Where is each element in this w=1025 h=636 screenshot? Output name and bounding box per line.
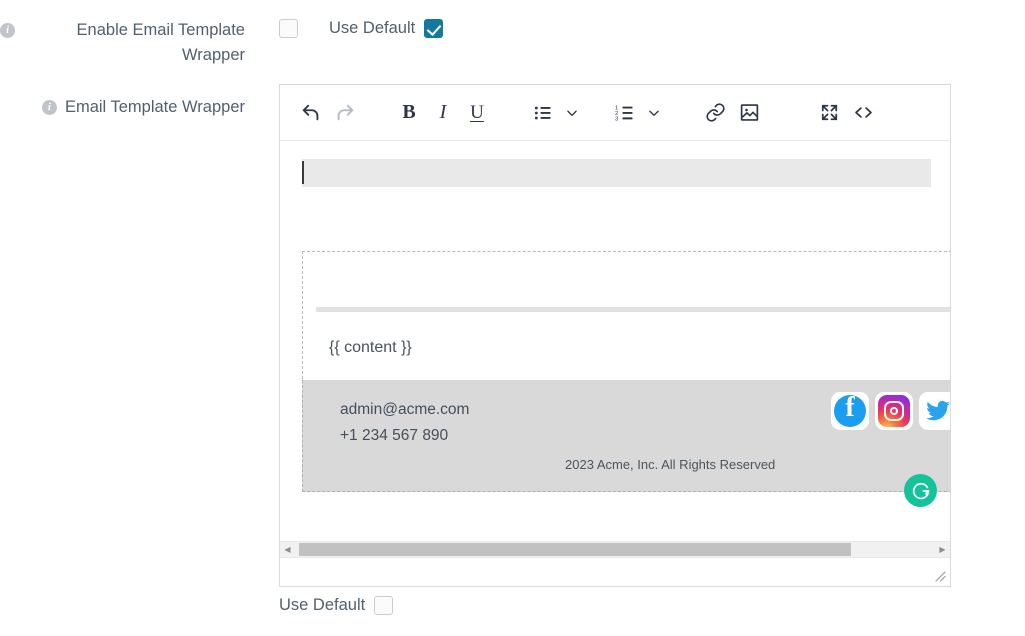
form-row-enable-email-template-wrapper: i Enable Email Template Wrapper bbox=[0, 18, 265, 68]
bullet-list-icon[interactable] bbox=[526, 96, 560, 130]
field-label-email-template-wrapper: i Email Template Wrapper bbox=[0, 95, 265, 120]
chevron-down-icon[interactable] bbox=[642, 96, 666, 130]
horizontal-scrollbar[interactable]: ◀ ▶ bbox=[280, 541, 950, 558]
field-label-text: Enable Email Template Wrapper bbox=[76, 21, 245, 64]
content-placeholder-token[interactable]: {{ content }} bbox=[329, 339, 412, 357]
info-icon[interactable]: i bbox=[0, 23, 15, 38]
chevron-down-icon[interactable] bbox=[560, 96, 584, 130]
email-footer-region[interactable]: admin@acme.com +1 234 567 890 2023 Acme,… bbox=[302, 380, 950, 492]
instagram-icon[interactable] bbox=[875, 392, 913, 430]
image-icon[interactable] bbox=[732, 96, 766, 130]
twitter-icon[interactable] bbox=[919, 392, 950, 430]
bold-icon[interactable]: B bbox=[392, 96, 426, 130]
horizontal-rule bbox=[316, 307, 950, 312]
wysiwyg-editor[interactable]: B I U 1 2 3 {{content}} admin@acme.com… bbox=[279, 84, 951, 587]
use-default-label-top: Use Default bbox=[329, 19, 416, 37]
use-default-checkbox-bottom[interactable] bbox=[374, 596, 394, 615]
redo-icon[interactable] bbox=[328, 96, 362, 130]
italic-icon[interactable]: I bbox=[426, 96, 460, 130]
scroll-right-arrow-icon[interactable]: ▶ bbox=[935, 541, 950, 558]
editor-toolbar: B I U 1 2 3 bbox=[280, 85, 950, 141]
email-template-wrapper-settings: i Enable Email Template Wrapper Use Defa… bbox=[0, 0, 1025, 636]
footer-phone[interactable]: +1 234 567 890 bbox=[340, 427, 448, 445]
scrollbar-thumb[interactable] bbox=[299, 543, 851, 556]
svg-text:3: 3 bbox=[615, 116, 618, 122]
use-default-checkbox-top[interactable] bbox=[424, 19, 444, 38]
email-header-band[interactable] bbox=[302, 159, 931, 187]
form-row-email-template-wrapper: i Email Template Wrapper bbox=[0, 95, 265, 120]
code-view-icon[interactable] bbox=[846, 96, 880, 130]
fullscreen-icon[interactable] bbox=[812, 96, 846, 130]
use-default-row-bottom: Use Default bbox=[279, 596, 394, 615]
undo-icon[interactable] bbox=[294, 96, 328, 130]
link-icon[interactable] bbox=[698, 96, 732, 130]
field-label-text: Email Template Wrapper bbox=[64, 98, 245, 116]
info-icon[interactable]: i bbox=[41, 100, 57, 115]
underline-icon[interactable]: U bbox=[460, 96, 494, 130]
scroll-left-arrow-icon[interactable]: ◀ bbox=[280, 541, 295, 558]
enable-wrapper-controls: Use Default bbox=[279, 19, 444, 38]
field-label-enable-email-template-wrapper: i Enable Email Template Wrapper bbox=[0, 18, 265, 68]
scrollbar-track[interactable] bbox=[295, 541, 935, 558]
resize-handle[interactable] bbox=[932, 568, 946, 582]
use-default-label-bottom: Use Default bbox=[279, 596, 366, 614]
footer-copyright: 2023 Acme, Inc. All Rights Reserved bbox=[565, 457, 776, 472]
editor-canvas[interactable]: {{ content }} admin@acme.com +1 234 567 … bbox=[280, 141, 950, 562]
enable-email-template-wrapper-checkbox[interactable] bbox=[279, 19, 298, 38]
text-caret bbox=[302, 161, 304, 184]
footer-email[interactable]: admin@acme.com bbox=[340, 401, 469, 419]
numbered-list-icon[interactable]: 1 2 3 bbox=[608, 96, 642, 130]
grammarly-badge[interactable] bbox=[904, 474, 937, 507]
footer-social-links bbox=[831, 392, 950, 430]
facebook-icon[interactable] bbox=[831, 392, 869, 430]
